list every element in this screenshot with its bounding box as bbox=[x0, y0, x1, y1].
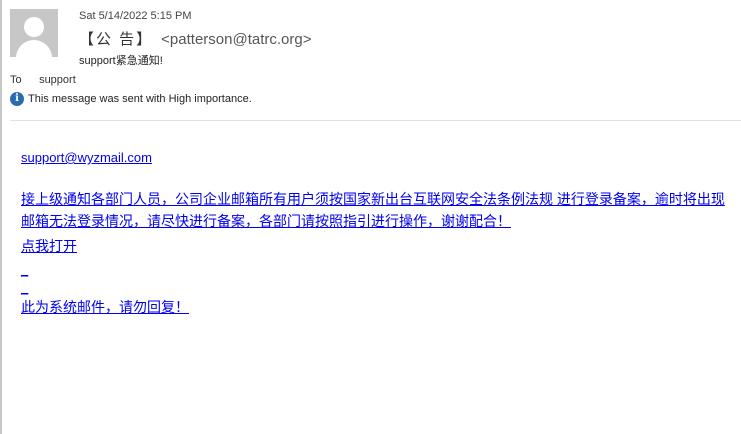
system-mail-notice-link[interactable]: 此为系统邮件，请勿回复！ bbox=[21, 297, 189, 317]
info-icon: i bbox=[10, 92, 24, 106]
importance-banner: i This message was sent with High importa… bbox=[10, 92, 252, 106]
header-divider bbox=[10, 120, 741, 121]
recipient-row: To support bbox=[10, 74, 76, 86]
sender-email[interactable]: <patterson@tatrc.org> bbox=[161, 31, 311, 48]
sender-email-link[interactable]: support@wyzmail.com bbox=[21, 150, 152, 165]
person-silhouette-icon bbox=[24, 17, 44, 37]
importance-text: This message was sent with High importan… bbox=[28, 92, 252, 105]
empty-link-2[interactable]: ​_ bbox=[21, 280, 28, 295]
empty-link-1[interactable]: ​_ bbox=[21, 262, 28, 277]
phishing-notice-link[interactable]: 接上级通知各部门人员，公司企业邮箱所有用户须按国家新出台互联网安全法条例法规 进… bbox=[21, 188, 736, 232]
sender-line[interactable]: 【公 告】 <patterson@tatrc.org> bbox=[79, 28, 311, 49]
to-label: To bbox=[10, 74, 22, 86]
sender-name[interactable]: 【公 告】 bbox=[79, 31, 153, 48]
email-subject: support紧急通知! bbox=[79, 55, 163, 67]
recipient-name[interactable]: support bbox=[39, 74, 76, 86]
left-border bbox=[0, 0, 2, 434]
sender-avatar[interactable] bbox=[10, 9, 58, 57]
sent-date: Sat 5/14/2022 5:15 PM bbox=[79, 10, 192, 22]
open-link[interactable]: 点我打开 bbox=[21, 236, 77, 256]
